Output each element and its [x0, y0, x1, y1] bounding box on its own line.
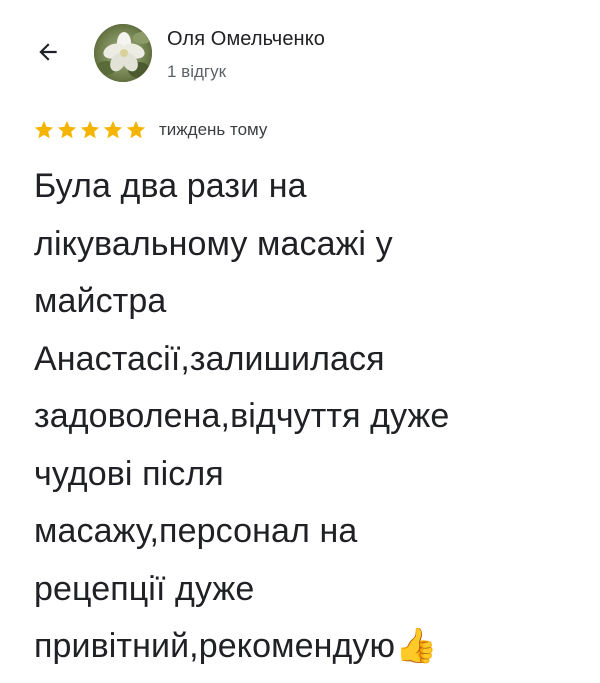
star-icon: [103, 120, 123, 139]
star-icon: [126, 120, 146, 139]
flower-avatar-icon: [94, 24, 152, 82]
review-text: Була два рази на лікувальному масажі у м…: [34, 167, 450, 665]
review-time: тиждень тому: [159, 120, 268, 139]
star-rating: [33, 119, 147, 141]
star-icon: [34, 120, 54, 139]
author-review-count: 1 відгук: [167, 62, 227, 81]
author-avatar[interactable]: [94, 24, 152, 82]
review-header: Оля Омельченко 1 відгук: [0, 0, 600, 110]
star-icon: [80, 120, 100, 139]
arrow-left-icon: [39, 43, 57, 61]
star-icon: [57, 120, 77, 139]
back-button[interactable]: [30, 34, 66, 70]
rating-row: тиждень тому: [33, 118, 267, 142]
author-name[interactable]: Оля Омельченко: [167, 28, 325, 51]
